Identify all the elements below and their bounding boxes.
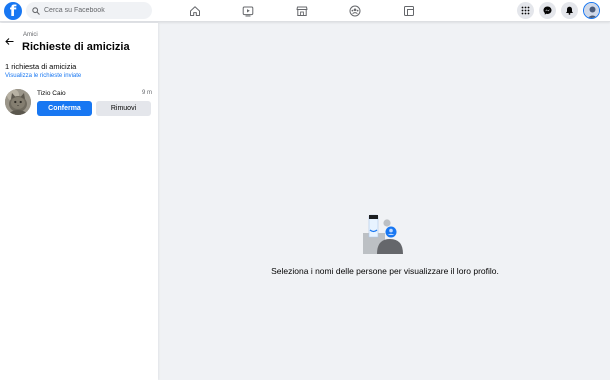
notifications-button[interactable]	[561, 2, 578, 19]
facebook-logo[interactable]: f	[4, 2, 22, 20]
profile-avatar[interactable]	[583, 2, 600, 19]
breadcrumb[interactable]: Amici	[23, 32, 38, 38]
select-profile-illustration	[363, 214, 403, 254]
gaming-icon	[404, 6, 414, 16]
user-avatar-icon	[584, 3, 599, 18]
top-navigation-bar: f	[0, 0, 610, 22]
nav-groups[interactable]	[348, 4, 362, 18]
messenger-icon	[543, 6, 552, 15]
groups-icon	[349, 5, 361, 17]
page-title: Richieste di amicizia	[22, 41, 130, 53]
video-icon	[242, 6, 254, 17]
nav-marketplace[interactable]	[295, 4, 309, 18]
friend-request-item[interactable]: Tizio Caio 9 m Conferma Rimuovi	[0, 86, 158, 118]
confirm-button[interactable]: Conferma	[37, 101, 92, 116]
search-input[interactable]	[44, 7, 144, 14]
requester-avatar[interactable]	[5, 89, 31, 115]
cat-photo-icon	[5, 89, 31, 115]
grid-menu-icon	[521, 6, 530, 15]
remove-button[interactable]: Rimuovi	[96, 101, 151, 116]
search-icon	[32, 6, 40, 15]
menu-button[interactable]	[517, 2, 534, 19]
nav-watch[interactable]	[241, 4, 255, 18]
marketplace-icon	[296, 6, 308, 16]
nav-gaming[interactable]	[402, 4, 416, 18]
request-time: 9 m	[141, 90, 152, 96]
request-count-label: 1 richiesta di amicizia	[5, 62, 77, 71]
home-icon	[190, 6, 200, 16]
friend-requests-sidebar: Amici Richieste di amicizia 1 richiesta …	[0, 23, 158, 380]
messenger-button[interactable]	[539, 2, 556, 19]
nav-home[interactable]	[188, 4, 202, 18]
bell-icon	[566, 6, 573, 15]
back-arrow-icon[interactable]	[5, 37, 14, 46]
search-box[interactable]	[26, 2, 152, 19]
sent-requests-link[interactable]: Visualizza le richieste inviate	[5, 73, 81, 79]
empty-state-message: Seleziona i nomi delle persone per visua…	[271, 266, 499, 276]
requester-name[interactable]: Tizio Caio	[37, 90, 66, 97]
